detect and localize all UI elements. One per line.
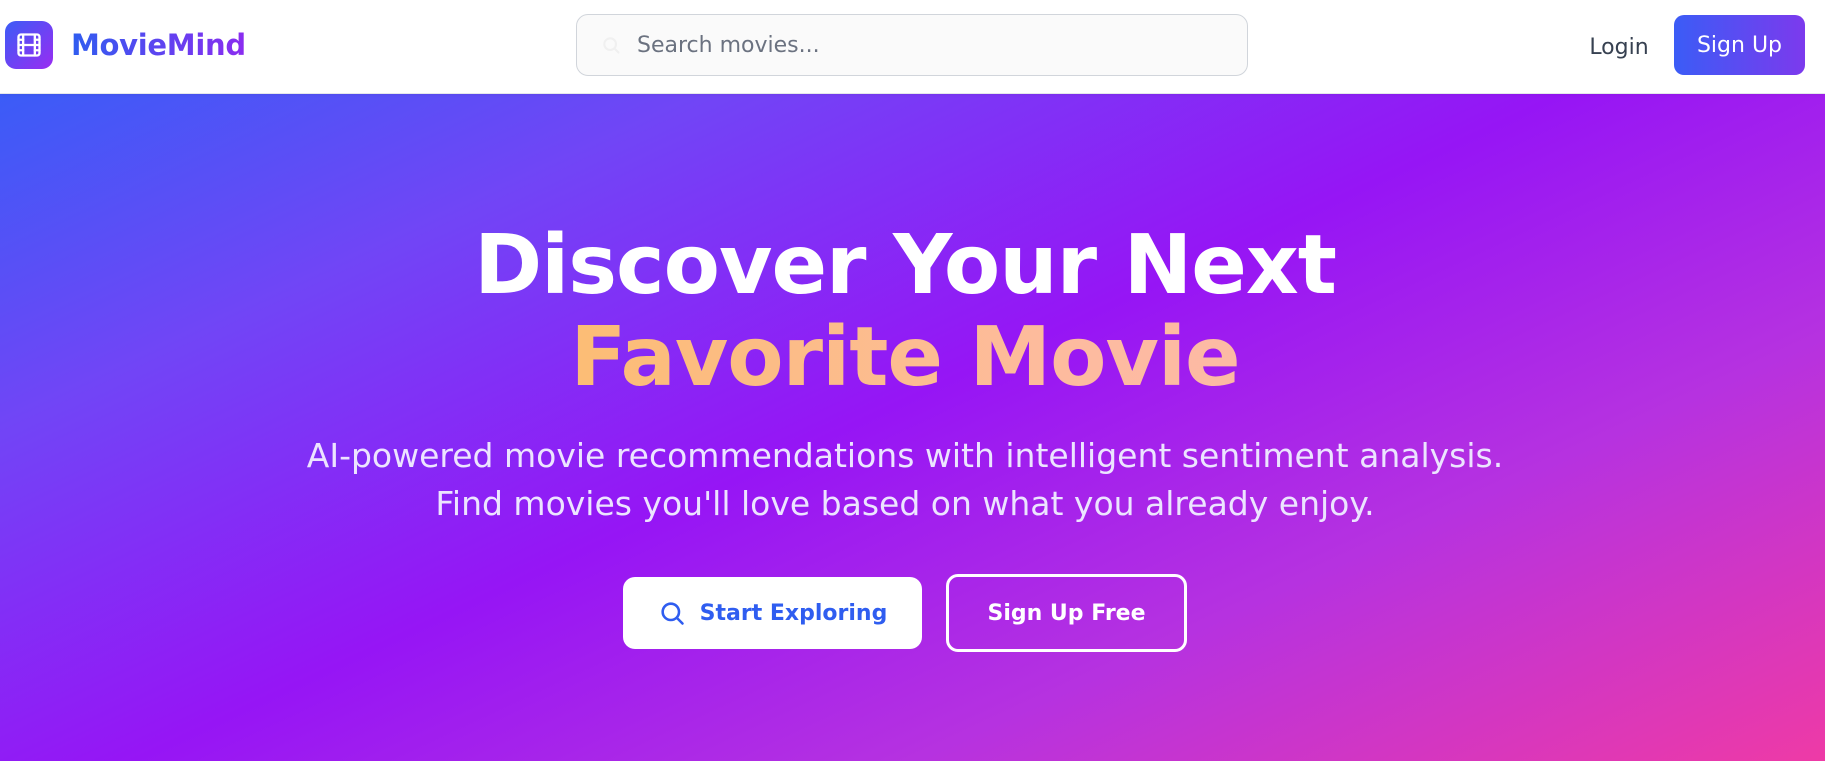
hero-title: Discover Your Next Favorite Movie (0, 220, 1810, 404)
signup-free-button[interactable]: Sign Up Free (946, 574, 1187, 652)
search-input[interactable] (637, 15, 1247, 75)
hero-title-highlight: Favorite Movie (0, 312, 1810, 404)
hero-title-line1: Discover Your Next (474, 218, 1337, 313)
hero-subtitle-line1: AI-powered movie recommendations with in… (306, 436, 1504, 475)
brand-name: MovieMind (71, 28, 246, 62)
hero-subtitle: AI-powered movie recommendations with in… (0, 432, 1810, 528)
signup-button[interactable]: Sign Up (1674, 15, 1805, 75)
hero-section: Discover Your Next Favorite Movie AI-pow… (0, 94, 1825, 761)
top-navbar: MovieMind Login Sign Up (0, 0, 1825, 94)
search-icon (658, 599, 686, 627)
search-bar (576, 14, 1248, 76)
search-icon (577, 14, 637, 76)
film-icon (5, 21, 53, 69)
hero-subtitle-line2: Find movies you'll love based on what yo… (435, 484, 1375, 523)
start-exploring-label: Start Exploring (699, 600, 888, 626)
brand[interactable]: MovieMind (5, 21, 246, 69)
start-exploring-button[interactable]: Start Exploring (623, 577, 922, 649)
login-link[interactable]: Login (1574, 28, 1664, 66)
